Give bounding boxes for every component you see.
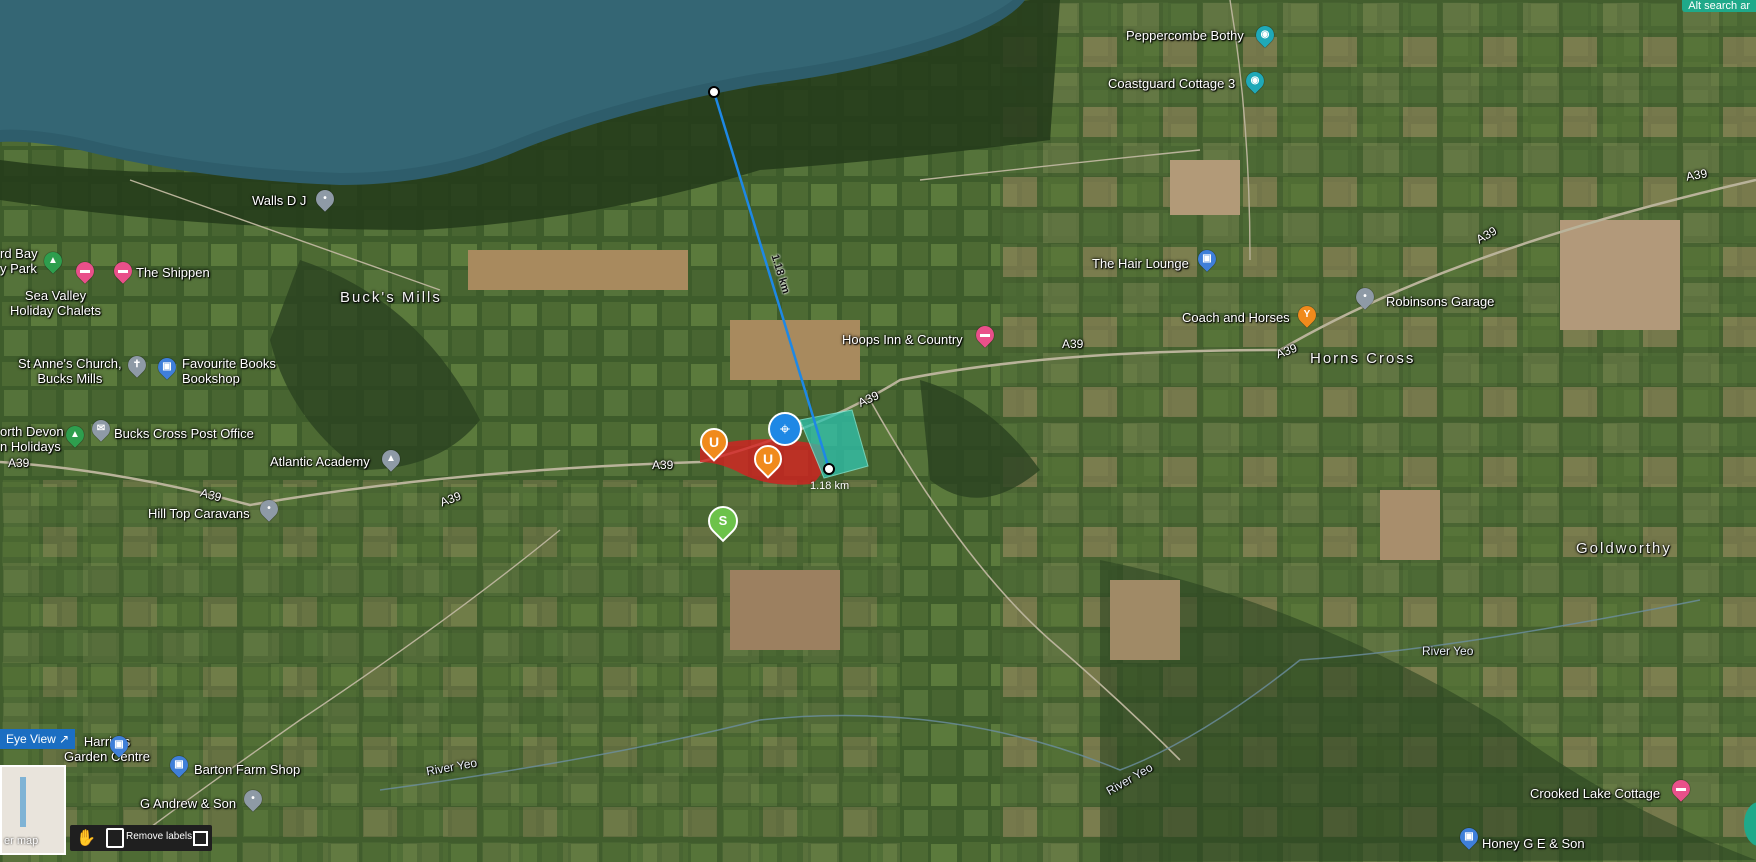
bed-icon[interactable]: ▬ <box>110 258 136 284</box>
village-label-horns-cross: Horns Cross <box>1310 350 1416 367</box>
shopping-bag-icon[interactable]: ▣ <box>1194 246 1220 272</box>
pin-icon[interactable]: • <box>1352 284 1378 310</box>
pin-icon[interactable]: • <box>240 786 266 812</box>
birds-eye-view-button[interactable]: Eye View ↗ <box>0 729 76 749</box>
poi-label-the-hair-lounge[interactable]: The Hair Lounge <box>1092 256 1189 271</box>
river-label-yeo: River Yeo <box>1422 644 1474 658</box>
remove-labels-label: Remove labels <box>126 831 193 842</box>
campground-icon[interactable]: ▲ <box>40 248 66 274</box>
cross-icon[interactable]: ✝ <box>124 352 150 378</box>
pin-icon[interactable]: • <box>256 496 282 522</box>
bar-icon[interactable]: Y <box>1294 302 1320 328</box>
bed-icon[interactable]: ▬ <box>1668 776 1694 802</box>
mail-icon[interactable]: ✉ <box>88 416 114 442</box>
village-label-bucks-mills: Buck's Mills <box>340 289 442 306</box>
school-icon[interactable]: ▲ <box>378 446 404 472</box>
satellite-imagery <box>0 0 1756 862</box>
poi-label-crooked-lake[interactable]: Crooked Lake Cottage <box>1530 786 1660 801</box>
satellite-map[interactable]: 1.18 km 1.18 km U U S ⌖ Buck's Mills Hor… <box>0 0 1756 862</box>
remove-labels-checkbox[interactable] <box>193 831 208 846</box>
poi-label-g-andrew[interactable]: G Andrew & Son <box>140 796 236 811</box>
poi-label-coach-and-horses[interactable]: Coach and Horses <box>1182 310 1290 325</box>
camera-icon[interactable]: ◉ <box>1242 68 1268 94</box>
external-link-icon: ↗ <box>59 732 70 746</box>
poi-label-barton-farm[interactable]: Barton Farm Shop <box>194 762 300 777</box>
poi-label-bucks-cross-po[interactable]: Bucks Cross Post Office <box>114 426 254 441</box>
birds-eye-view-label: Eye View <box>6 732 56 746</box>
bed-icon[interactable]: ▬ <box>72 258 98 284</box>
minimap-label: er map <box>4 835 39 847</box>
poi-label-sea-valley[interactable]: Sea Valley Holiday Chalets <box>10 288 101 318</box>
shopping-bag-icon[interactable]: ▣ <box>154 354 180 380</box>
village-label-goldworthy: Goldworthy <box>1576 540 1672 557</box>
location-crosshair-icon[interactable]: ⌖ <box>768 412 802 446</box>
road-label-a39: A39 <box>1062 337 1084 351</box>
poi-label-honey-ge[interactable]: Honey G E & Son <box>1482 836 1585 851</box>
poi-label-atlantic-academy[interactable]: Atlantic Academy <box>270 454 370 469</box>
search-area-button[interactable]: Alt search ar <box>1682 0 1756 12</box>
minimap-coastline <box>20 777 26 827</box>
poi-label-favourite-books[interactable]: Favourite Books Bookshop <box>182 356 276 386</box>
poi-label-st-annes[interactable]: St Anne's Church, Bucks Mills <box>18 356 122 386</box>
poi-label-peppercombe-bothy[interactable]: Peppercombe Bothy <box>1126 28 1244 43</box>
poi-label-coastguard-cottage[interactable]: Coastguard Cottage 3 <box>1108 76 1235 91</box>
label-toggle-icon[interactable] <box>106 828 124 848</box>
pan-hand-icon[interactable]: ✋ <box>76 828 96 848</box>
road-label-a39: A39 <box>8 456 30 470</box>
minimap[interactable]: er map <box>0 765 66 855</box>
shopping-bag-icon[interactable]: ▣ <box>106 732 132 758</box>
poi-label-robinsons-garage[interactable]: Robinsons Garage <box>1386 294 1494 309</box>
shopping-bag-icon[interactable]: ▣ <box>166 752 192 778</box>
poi-label-bay-park[interactable]: rd Bay y Park <box>0 246 38 276</box>
poi-label-hoops-inn[interactable]: Hoops Inn & Country <box>842 332 963 347</box>
campground-icon[interactable]: ▲ <box>62 422 88 448</box>
poi-label-walls-dj[interactable]: Walls D J <box>252 193 306 208</box>
poi-label-the-shippen[interactable]: The Shippen <box>136 265 210 280</box>
map-toolbar: ✋ Remove labels <box>70 825 212 851</box>
measurement-end-label: 1.18 km <box>810 480 850 492</box>
poi-label-north-devon[interactable]: orth Devon n Holidays <box>0 424 64 454</box>
bed-icon[interactable]: ▬ <box>972 322 998 348</box>
camera-icon[interactable]: ◉ <box>1252 22 1278 48</box>
poi-label-hill-top[interactable]: Hill Top Caravans <box>148 506 250 521</box>
poi-label-harriers[interactable]: Harriers Garden Centre <box>64 734 150 764</box>
road-label-a39: A39 <box>652 458 674 472</box>
pin-icon[interactable]: • <box>312 186 338 212</box>
shopping-bag-icon[interactable]: ▣ <box>1456 824 1482 850</box>
